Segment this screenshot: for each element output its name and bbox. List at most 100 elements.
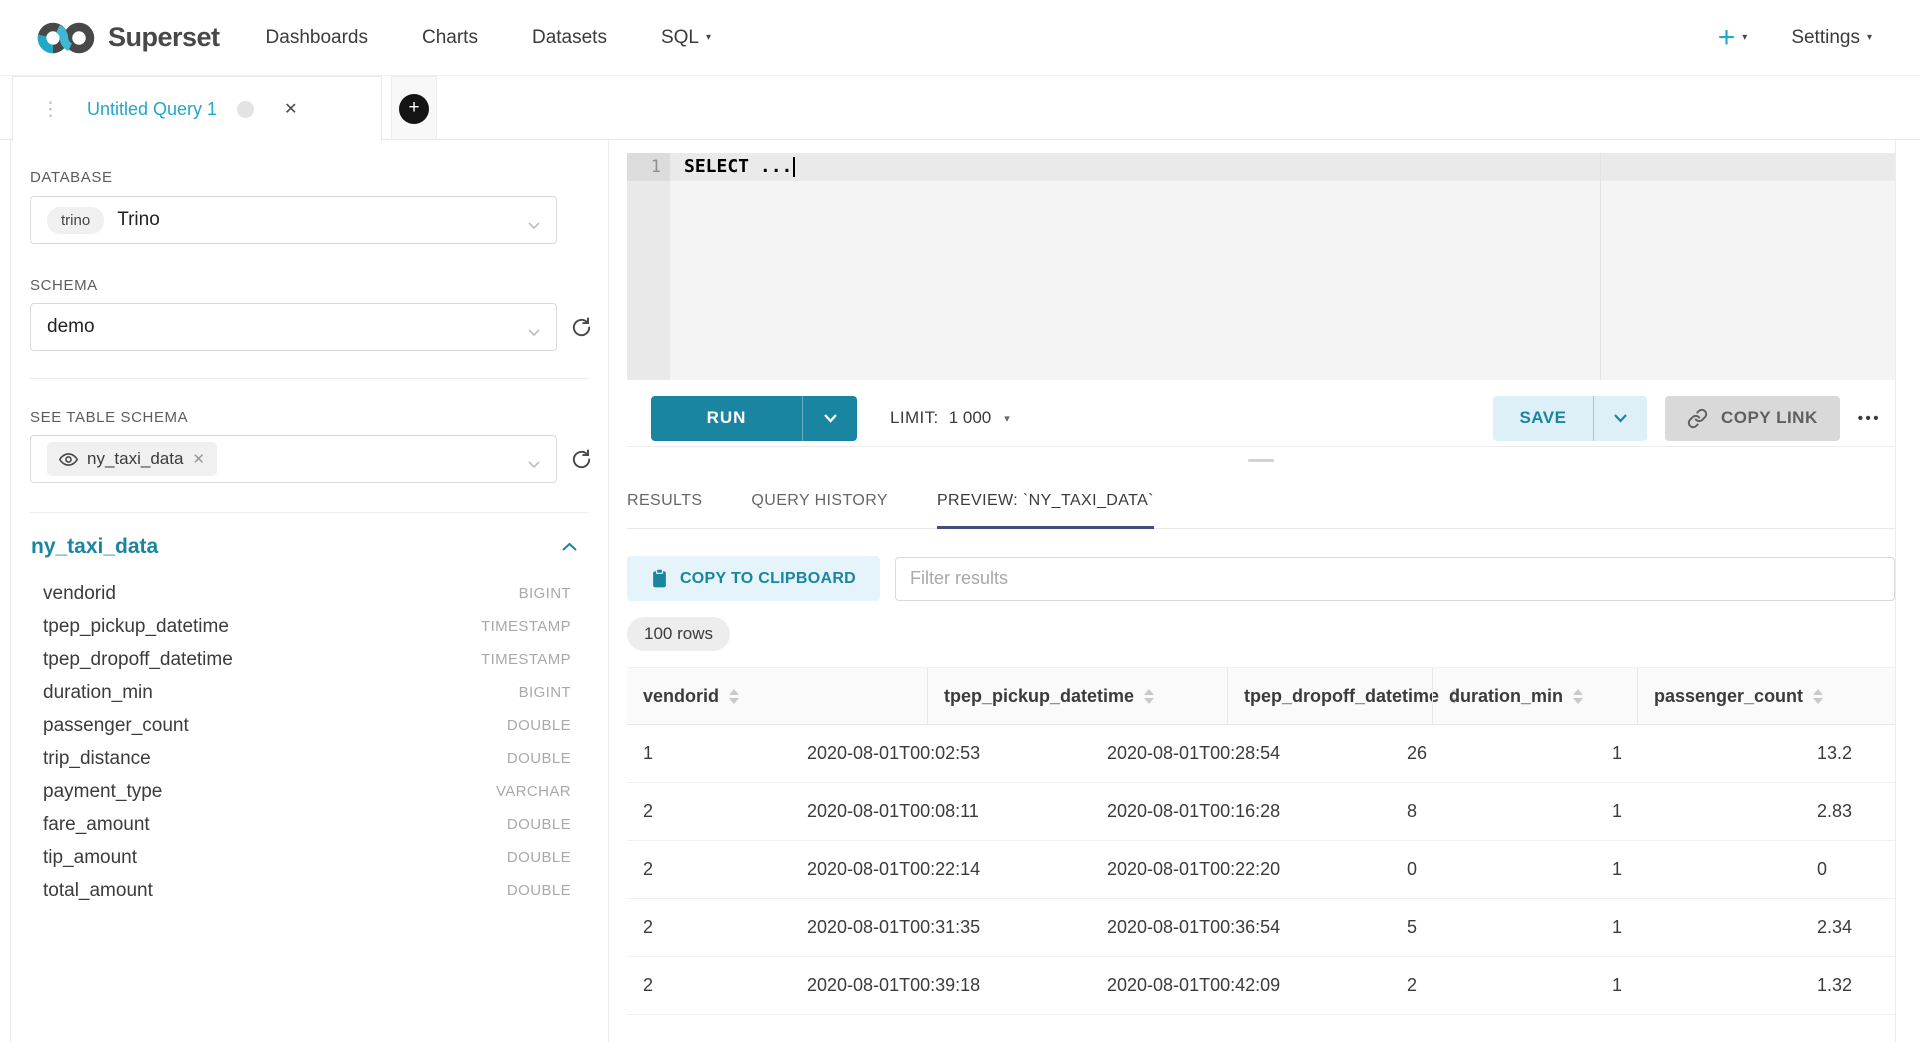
tab-results[interactable]: RESULTS: [627, 472, 702, 529]
table-row: 2 2020-08-01T00:31:35 2020-08-01T00:36:5…: [627, 899, 1895, 957]
chevron-up-icon[interactable]: [561, 542, 578, 552]
sort-icons: [1144, 689, 1154, 704]
column-name: vendorid: [43, 583, 116, 605]
cell-pickup-datetime: 2020-08-01T00:08:11: [791, 783, 1091, 840]
column-header[interactable]: vendorid: [627, 668, 927, 724]
cell-pickup-datetime: 2020-08-01T00:31:35: [791, 899, 1091, 956]
navbar: Superset DashboardsChartsDatasets SQL ▾ …: [0, 0, 1920, 76]
cell-dropoff-datetime: 2020-08-01T00:28:54: [1091, 725, 1391, 782]
cell-passenger-count: 1: [1596, 783, 1801, 840]
panel-right-edge: [1895, 140, 1896, 1042]
caret-down-icon: ▾: [1742, 32, 1747, 43]
table-column-row: passenger_count DOUBLE: [43, 709, 571, 742]
database-backend-tag: trino: [47, 207, 104, 234]
column-name: tpep_dropoff_datetime: [43, 649, 233, 671]
column-header[interactable]: passenger_count: [1637, 668, 1895, 724]
caret-down-icon: ▾: [706, 32, 711, 43]
column-name: payment_type: [43, 781, 162, 803]
column-type: DOUBLE: [507, 717, 571, 734]
splitter-handle[interactable]: [1248, 459, 1274, 462]
navbar-right: + ▾ Settings ▾: [1718, 23, 1872, 53]
cell-pickup-datetime: 2020-08-01T00:39:18: [791, 957, 1091, 1014]
cell-vendorid: 2: [627, 957, 791, 1014]
schema-select[interactable]: demo: [30, 303, 557, 351]
save-button-group: SAVE: [1493, 396, 1647, 441]
caret-up-icon: [1573, 689, 1583, 695]
divider: [30, 512, 589, 513]
nav-links: Dashboards Charts Datasets: [266, 27, 607, 49]
copy-link-button[interactable]: COPY LINK: [1665, 396, 1840, 441]
table-schema-select[interactable]: ny_taxi_data ✕: [30, 435, 557, 483]
nav-link[interactable]: Dashboards: [266, 27, 368, 49]
save-options-button[interactable]: [1593, 396, 1647, 441]
query-tab-title: Untitled Query 1: [87, 99, 217, 120]
caret-down-icon: ▾: [1004, 412, 1010, 425]
close-icon[interactable]: ✕: [284, 99, 297, 119]
cell-trip-distance: 13.2: [1801, 725, 1895, 782]
remove-table-icon[interactable]: ✕: [192, 450, 205, 468]
link-icon: [1687, 408, 1708, 429]
cell-dropoff-datetime: 2020-08-01T00:22:20: [1091, 841, 1391, 898]
table-row: 2 2020-08-01T00:22:14 2020-08-01T00:22:2…: [627, 841, 1895, 899]
table-name-heading[interactable]: ny_taxi_data: [31, 535, 158, 559]
table-column-row: fare_amount DOUBLE: [43, 808, 571, 841]
database-select[interactable]: trino Trino: [30, 196, 557, 244]
refresh-schemas-button[interactable]: [570, 316, 593, 339]
nav-item-sql[interactable]: SQL ▾: [661, 27, 711, 49]
save-button[interactable]: SAVE: [1493, 396, 1593, 441]
filter-results-input[interactable]: [895, 557, 1895, 601]
column-type: DOUBLE: [507, 816, 571, 833]
column-name: fare_amount: [43, 814, 150, 836]
column-name: passenger_count: [43, 715, 189, 737]
column-header[interactable]: duration_min: [1432, 668, 1637, 724]
query-tab[interactable]: ⋮ Untitled Query 1 ✕: [12, 76, 382, 141]
table-column-row: trip_distance DOUBLE: [43, 742, 571, 775]
table-row: 1 2020-08-01T00:02:53 2020-08-01T00:28:5…: [627, 725, 1895, 783]
column-type: DOUBLE: [507, 849, 571, 866]
column-type: BIGINT: [519, 684, 571, 701]
query-state-dot: [237, 101, 254, 118]
nav-link[interactable]: Charts: [422, 27, 478, 49]
column-header[interactable]: tpep_pickup_datetime: [927, 668, 1227, 724]
caret-down-icon: [1813, 698, 1823, 704]
results-table: vendorid tpep_pickup_datetime tpep_dropo…: [627, 667, 1895, 1015]
cell-duration-min: 26: [1391, 725, 1596, 782]
superset-logo[interactable]: Superset: [37, 21, 220, 55]
copy-to-clipboard-button[interactable]: COPY TO CLIPBOARD: [627, 556, 880, 601]
add-tab-button[interactable]: +: [399, 94, 429, 124]
line-number: 1: [627, 153, 670, 181]
chevron-down-icon: [527, 217, 541, 235]
editor-code-area[interactable]: SELECT ...: [670, 153, 1895, 380]
refresh-tables-button[interactable]: [570, 448, 593, 471]
column-type: TIMESTAMP: [481, 651, 571, 668]
tab-query-history[interactable]: QUERY HISTORY: [751, 472, 888, 529]
column-header[interactable]: tpep_dropoff_datetime: [1227, 668, 1432, 724]
chevron-down-icon: [527, 324, 541, 342]
plus-icon: +: [1718, 23, 1736, 53]
text-cursor: [793, 157, 795, 177]
sqllab-sidebar: DATABASE trino Trino SCHEMA demo SEE TAB…: [11, 140, 609, 1042]
table-column-row: tip_amount DOUBLE: [43, 841, 571, 874]
editor-gutter: 1: [627, 153, 670, 380]
limit-dropdown[interactable]: LIMIT: 1 000 ▾: [890, 408, 1010, 428]
sql-editor[interactable]: 1 SELECT ...: [627, 153, 1895, 380]
more-options-button[interactable]: •••: [1858, 410, 1881, 427]
table-column-row: tpep_pickup_datetime TIMESTAMP: [43, 610, 571, 643]
divider: [30, 378, 589, 379]
schema-label: SCHEMA: [30, 277, 608, 294]
run-button[interactable]: RUN: [651, 396, 802, 441]
new-item-button[interactable]: + ▾: [1718, 23, 1748, 53]
run-options-button[interactable]: [802, 396, 857, 441]
tab-preview-table[interactable]: PREVIEW: `NY_TAXI_DATA`: [937, 472, 1154, 529]
cell-trip-distance: 2.34: [1801, 899, 1895, 956]
sort-icons: [1573, 689, 1583, 704]
drag-handle-icon[interactable]: ⋮: [41, 98, 61, 121]
cell-duration-min: 8: [1391, 783, 1596, 840]
sort-icons: [1813, 689, 1823, 704]
caret-down-icon: [729, 698, 739, 704]
row-count-badge: 100 rows: [627, 617, 730, 651]
settings-menu[interactable]: Settings ▾: [1791, 27, 1872, 49]
caret-up-icon: [1813, 689, 1823, 695]
column-type: TIMESTAMP: [481, 618, 571, 635]
nav-link[interactable]: Datasets: [532, 27, 607, 49]
